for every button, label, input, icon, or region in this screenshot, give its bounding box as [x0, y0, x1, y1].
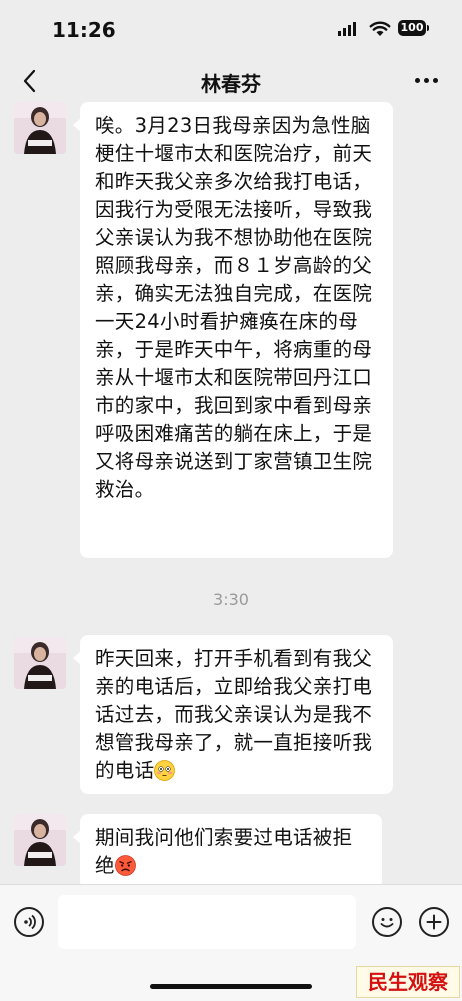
avatar[interactable] — [14, 814, 66, 866]
avatar[interactable] — [14, 637, 66, 689]
angry-face-emoji — [114, 855, 136, 876]
avatar[interactable] — [14, 102, 66, 154]
chat-header: 林春芬 — [0, 60, 462, 102]
home-indicator — [150, 984, 312, 989]
cellular-signal-icon — [338, 22, 356, 36]
flushed-face-emoji — [154, 760, 176, 781]
status-bar: 11:26 100 — [0, 0, 462, 60]
emoji-icon[interactable] — [372, 907, 402, 937]
battery-tip — [427, 25, 429, 31]
plus-icon[interactable] — [419, 907, 449, 937]
message-bubble-2[interactable]: 昨天回来，打开手机看到有我父亲的电话后，立即给我父亲打电话过去，而我父亲误认为是… — [73, 635, 393, 794]
chat-title: 林春芬 — [201, 72, 261, 96]
battery-indicator: 100 — [398, 20, 426, 36]
chat-timestamp: 3:30 — [213, 590, 249, 609]
voice-icon[interactable] — [14, 907, 44, 937]
status-time: 11:26 — [52, 18, 116, 42]
watermark-logo: 民生观察 — [356, 966, 460, 998]
message-bubble-3[interactable]: 期间我问他们索要过电话被拒绝 — [73, 814, 382, 884]
wifi-icon — [369, 21, 391, 36]
message-input[interactable] — [58, 895, 356, 949]
message-bubble-1[interactable]: 唉。3月23日我母亲因为急性脑梗住十堰市太和医院治疗，前天和昨天我父亲多次给我打… — [73, 102, 393, 558]
message-text: 昨天回来，打开手机看到有我父亲的电话后，立即给我父亲打电话过去，而我父亲误认为是… — [95, 647, 373, 782]
more-dots-icon[interactable] — [415, 78, 438, 83]
message-list[interactable]: 唉。3月23日我母亲因为急性脑梗住十堰市太和医院治疗，前天和昨天我父亲多次给我打… — [0, 102, 462, 884]
message-text: 唉。3月23日我母亲因为急性脑梗住十堰市太和医院治疗，前天和昨天我父亲多次给我打… — [95, 114, 373, 501]
